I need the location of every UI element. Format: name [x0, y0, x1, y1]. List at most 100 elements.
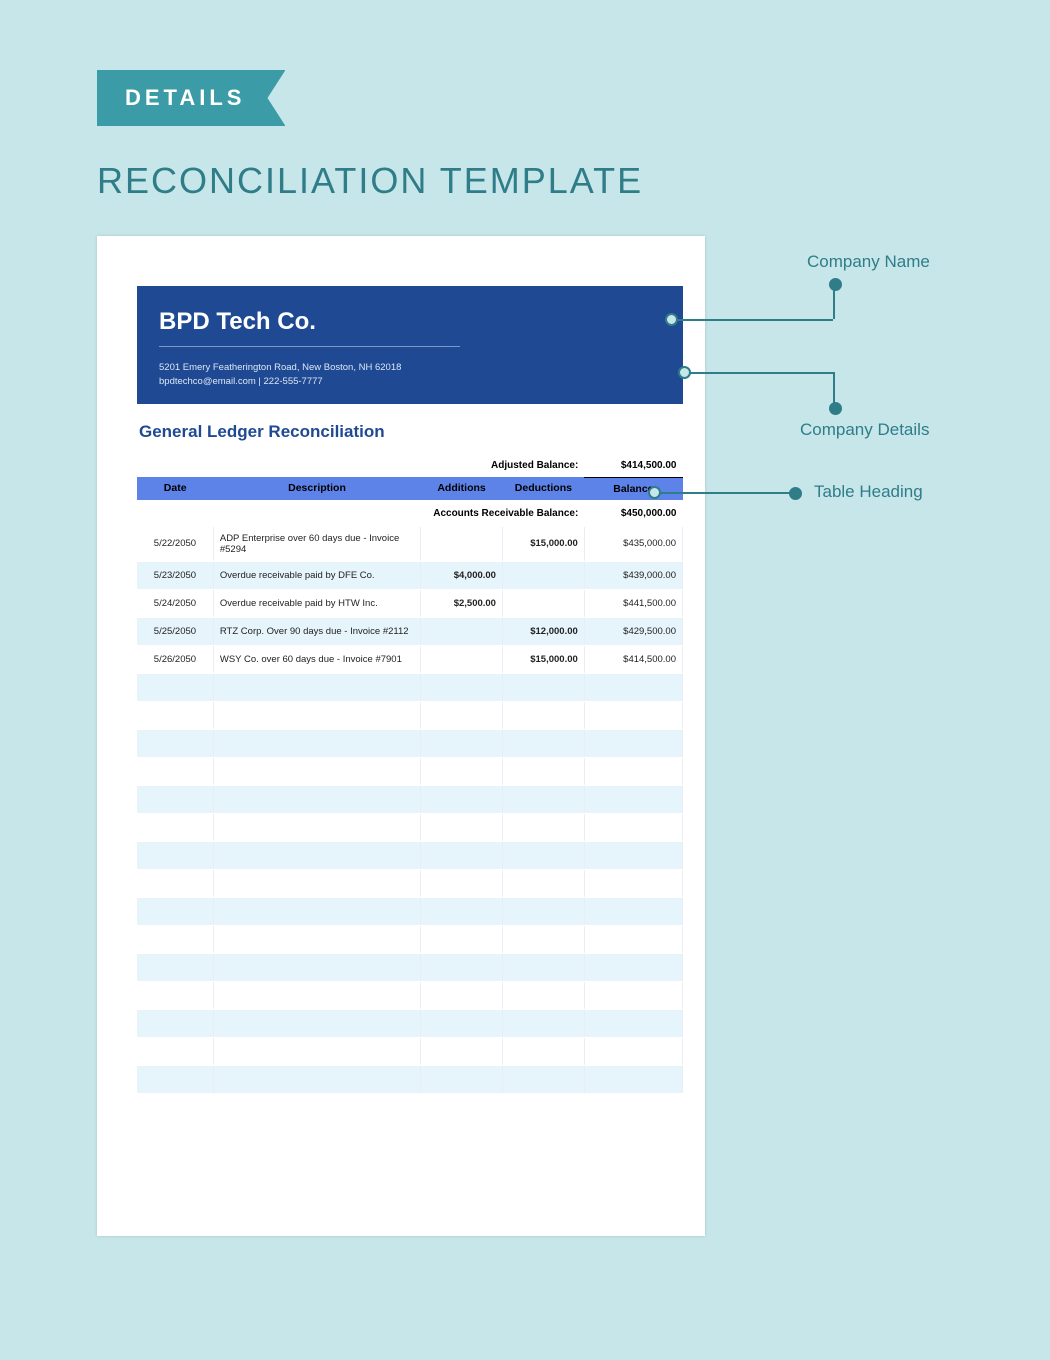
cell-ded	[502, 1009, 584, 1037]
cell-date	[137, 869, 213, 897]
table-row: 5/23/2050Overdue receivable paid by DFE …	[137, 561, 683, 589]
cell-bal	[584, 1037, 682, 1065]
table-row	[137, 757, 683, 785]
cell-desc	[213, 869, 420, 897]
cell-date: 5/24/2050	[137, 589, 213, 617]
company-details: 5201 Emery Featherington Road, New Bosto…	[159, 361, 661, 390]
cell-desc: ADP Enterprise over 60 days due - Invoic…	[213, 527, 420, 562]
cell-bal	[584, 841, 682, 869]
cell-date: 5/23/2050	[137, 561, 213, 589]
col-additions: Additions	[421, 477, 503, 500]
cell-date	[137, 1037, 213, 1065]
cell-ded: $15,000.00	[502, 527, 584, 562]
cell-bal	[584, 869, 682, 897]
company-contact: bpdtechco@email.com | 222-555-7777	[159, 375, 661, 389]
cell-date: 5/22/2050	[137, 527, 213, 562]
cell-date	[137, 897, 213, 925]
company-header: BPD Tech Co. 5201 Emery Featherington Ro…	[137, 286, 683, 404]
cell-bal: $414,500.00	[584, 645, 682, 673]
cell-ded	[502, 813, 584, 841]
cell-add	[421, 527, 503, 562]
cell-desc: Overdue receivable paid by DFE Co.	[213, 561, 420, 589]
cell-add	[421, 673, 503, 701]
cell-date	[137, 953, 213, 981]
col-date: Date	[137, 477, 213, 500]
cell-desc	[213, 841, 420, 869]
cell-add	[421, 953, 503, 981]
cell-add	[421, 729, 503, 757]
company-name: BPD Tech Co.	[159, 308, 661, 336]
table-row	[137, 729, 683, 757]
table-row	[137, 673, 683, 701]
cell-ded	[502, 1065, 584, 1093]
cell-ded: $12,000.00	[502, 617, 584, 645]
table-row	[137, 813, 683, 841]
cell-bal: $439,000.00	[584, 561, 682, 589]
cell-bal	[584, 673, 682, 701]
details-ribbon-label: DETAILS	[125, 85, 245, 111]
cell-date	[137, 981, 213, 1009]
cell-desc	[213, 925, 420, 953]
cell-bal	[584, 953, 682, 981]
cell-add	[421, 981, 503, 1009]
cell-desc	[213, 1009, 420, 1037]
callout-line	[659, 492, 791, 494]
cell-date	[137, 925, 213, 953]
cell-date	[137, 785, 213, 813]
cell-add	[421, 617, 503, 645]
cell-desc	[213, 729, 420, 757]
callout-company-details: Company Details	[800, 420, 929, 440]
section-title: General Ledger Reconciliation	[139, 422, 683, 442]
cell-ded	[502, 673, 584, 701]
col-description: Description	[213, 477, 420, 500]
cell-desc: Overdue receivable paid by HTW Inc.	[213, 589, 420, 617]
table-row	[137, 841, 683, 869]
cell-desc	[213, 897, 420, 925]
table-row	[137, 925, 683, 953]
cell-add	[421, 925, 503, 953]
cell-add	[421, 813, 503, 841]
callout-company-name: Company Name	[807, 252, 930, 272]
cell-bal	[584, 785, 682, 813]
cell-ded	[502, 925, 584, 953]
cell-ded	[502, 729, 584, 757]
cell-add	[421, 1065, 503, 1093]
table-row	[137, 1065, 683, 1093]
cell-desc	[213, 673, 420, 701]
adjusted-balance-label: Adjusted Balance:	[137, 456, 584, 478]
cell-add	[421, 785, 503, 813]
cell-ded	[502, 953, 584, 981]
company-address: 5201 Emery Featherington Road, New Bosto…	[159, 361, 661, 375]
cell-add	[421, 1037, 503, 1065]
accounts-receivable-row: Accounts Receivable Balance: $450,000.00	[137, 500, 683, 527]
table-row: 5/24/2050Overdue receivable paid by HTW …	[137, 589, 683, 617]
cell-bal	[584, 897, 682, 925]
callout-dot	[789, 487, 802, 500]
cell-ded	[502, 701, 584, 729]
callout-line	[676, 319, 833, 321]
cell-date	[137, 757, 213, 785]
cell-date	[137, 1065, 213, 1093]
cell-date	[137, 729, 213, 757]
cell-ded	[502, 981, 584, 1009]
cell-ded	[502, 589, 584, 617]
cell-bal	[584, 1009, 682, 1037]
cell-bal: $441,500.00	[584, 589, 682, 617]
cell-bal	[584, 729, 682, 757]
table-row	[137, 953, 683, 981]
cell-ded	[502, 841, 584, 869]
callout-line	[833, 287, 835, 319]
cell-ded: $15,000.00	[502, 645, 584, 673]
col-deductions: Deductions	[502, 477, 584, 500]
table-row	[137, 869, 683, 897]
callout-line	[689, 372, 833, 374]
cell-ded	[502, 1037, 584, 1065]
cell-add	[421, 869, 503, 897]
cell-desc	[213, 813, 420, 841]
cell-bal: $435,000.00	[584, 527, 682, 562]
table-row	[137, 1009, 683, 1037]
cell-bal	[584, 757, 682, 785]
cell-date	[137, 701, 213, 729]
adjusted-balance-value: $414,500.00	[584, 456, 682, 478]
cell-desc	[213, 953, 420, 981]
